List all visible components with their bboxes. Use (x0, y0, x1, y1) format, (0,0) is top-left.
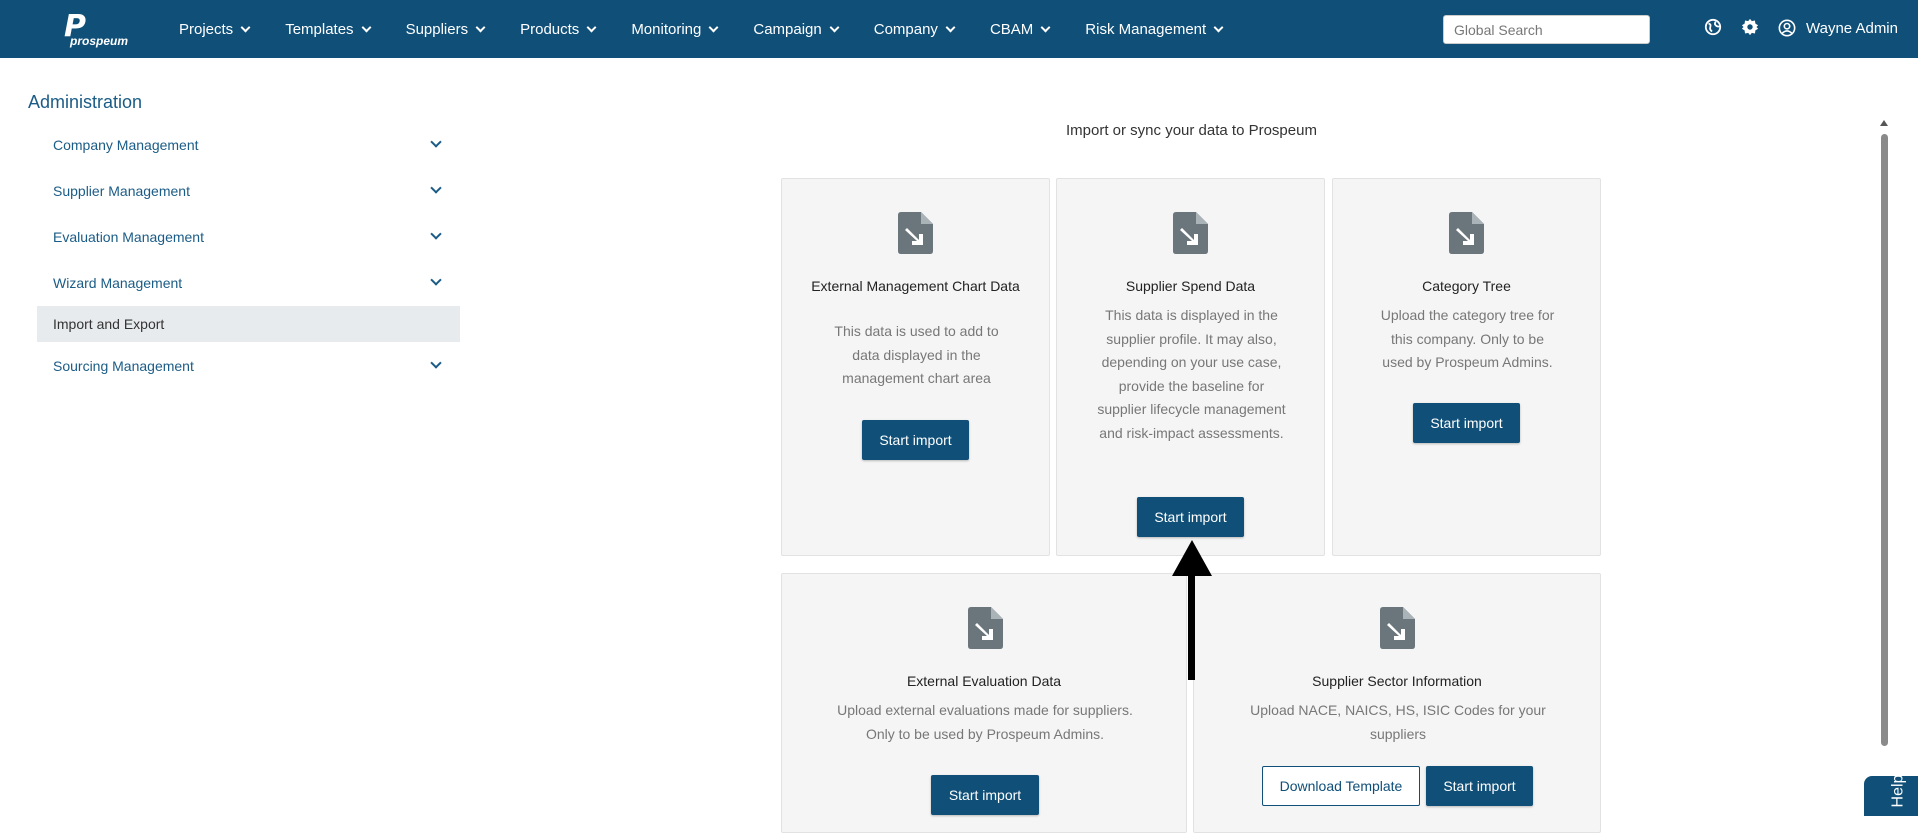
start-import-button[interactable]: Start import (1426, 766, 1533, 806)
globe-icon[interactable] (1704, 18, 1722, 36)
scrollbar-thumb[interactable] (1881, 134, 1888, 746)
nav-templates[interactable]: Templates (285, 20, 372, 38)
annotation-arrow (1172, 540, 1212, 680)
card-title: Supplier Spend Data (1125, 278, 1256, 294)
chevron-down-icon (475, 22, 486, 32)
file-import-icon (968, 607, 1003, 649)
help-tab[interactable]: Help (1864, 776, 1918, 816)
nav-label: Company (873, 20, 938, 38)
chevron-down-icon (430, 357, 442, 369)
top-navbar: P prospeum Projects Templates Suppliers … (0, 0, 1918, 58)
nav-label: Monitoring (631, 20, 702, 38)
page-title: Import or sync your data to Prospeum (1066, 122, 1317, 139)
nav-label: Risk Management (1085, 20, 1207, 38)
nav-campaign[interactable]: Campaign (753, 20, 840, 38)
chevron-down-icon (1213, 22, 1224, 32)
nav-label: Templates (285, 20, 354, 38)
nav-projects[interactable]: Projects (179, 20, 251, 38)
chevron-down-icon (430, 136, 442, 148)
import-card-supplier-sector: Supplier Sector Information Upload NACE,… (1193, 573, 1601, 833)
start-import-button[interactable]: Start import (862, 420, 969, 460)
sidebar-item-label: Company Management (53, 137, 199, 153)
nav-cbam[interactable]: CBAM (989, 20, 1051, 38)
chevron-down-icon (829, 22, 840, 32)
card-title: Supplier Sector Information (1312, 673, 1482, 689)
nav-products[interactable]: Products (520, 20, 597, 38)
chevron-down-icon (430, 228, 442, 240)
scroll-up-arrow[interactable] (1880, 120, 1888, 126)
sidebar-item-label: Wizard Management (53, 275, 183, 291)
sidebar-item-supplier-management[interactable]: Supplier Management (37, 173, 460, 209)
logo-word: prospeum (70, 34, 129, 48)
sidebar-title: Administration (28, 92, 143, 112)
nav-label: Projects (179, 20, 234, 38)
chevron-down-icon (945, 22, 956, 32)
start-import-button[interactable]: Start import (1137, 497, 1244, 537)
file-import-icon (1173, 212, 1208, 254)
chevron-down-icon (586, 22, 597, 32)
nav-label: Campaign (753, 20, 822, 38)
chevron-down-icon (240, 22, 251, 32)
import-card-category-tree: Category Tree Upload the category tree f… (1332, 178, 1601, 556)
sidebar-item-evaluation-management[interactable]: Evaluation Management (37, 219, 460, 255)
gear-icon[interactable] (1741, 18, 1759, 36)
chevron-down-icon (361, 22, 372, 32)
nav-risk-management[interactable]: Risk Management (1085, 20, 1224, 38)
card-title: External Evaluation Data (906, 673, 1062, 689)
nav-suppliers[interactable]: Suppliers (405, 20, 486, 38)
card-description: Upload NACE, NAICS, HS, ISIC Codes for y… (1250, 702, 1546, 742)
start-import-button[interactable]: Start import (1413, 403, 1520, 443)
nav-monitoring[interactable]: Monitoring (631, 20, 719, 38)
nav-label: CBAM (989, 20, 1034, 38)
sidebar-item-label: Sourcing Management (53, 358, 194, 374)
file-import-icon (1449, 212, 1484, 254)
card-title: Category Tree (1422, 278, 1511, 294)
chevron-down-icon (708, 22, 719, 32)
sidebar-item-sourcing-management[interactable]: Sourcing Management (37, 348, 460, 384)
sidebar-item-label: Supplier Management (53, 183, 190, 199)
card-description: This data is used to add to data display… (834, 323, 999, 386)
card-description: Upload the category tree for this compan… (1380, 307, 1555, 370)
import-card-external-evaluation: External Evaluation Data Upload external… (781, 573, 1187, 833)
card-description: This data is displayed in the supplier p… (1097, 307, 1286, 441)
nav-label: Suppliers (405, 20, 469, 38)
chevron-down-icon (430, 182, 442, 194)
global-search-input[interactable] (1443, 15, 1650, 44)
help-label: Help (1889, 776, 1907, 808)
nav-company[interactable]: Company (873, 20, 956, 38)
user-menu[interactable]: Wayne Admin (1778, 19, 1898, 37)
file-import-icon (1380, 607, 1415, 649)
prospeum-logo[interactable]: P prospeum (60, 12, 130, 49)
sidebar-item-label: Evaluation Management (53, 229, 204, 245)
download-template-button[interactable]: Download Template (1262, 766, 1420, 806)
card-description: Upload external evaluations made for sup… (837, 702, 1133, 742)
import-card-supplier-spend: Supplier Spend Data This data is display… (1056, 178, 1325, 556)
user-name: Wayne Admin (1806, 19, 1898, 37)
sidebar-item-import-and-export[interactable]: Import and Export (37, 306, 460, 342)
import-card-external-management-chart: External Management Chart Data This data… (781, 178, 1050, 556)
sidebar-item-company-management[interactable]: Company Management (37, 127, 460, 163)
sidebar-item-wizard-management[interactable]: Wizard Management (37, 265, 460, 301)
nav-label: Products (520, 20, 580, 38)
chevron-down-icon (1040, 22, 1051, 32)
card-title: External Management Chart Data (811, 278, 1020, 294)
sidebar-item-label: Import and Export (53, 316, 165, 332)
start-import-button[interactable]: Start import (931, 775, 1039, 815)
chevron-down-icon (430, 274, 442, 286)
file-import-icon (898, 212, 933, 254)
user-circle-icon (1778, 19, 1796, 37)
main-nav: Projects Templates Suppliers Products Mo… (179, 0, 1258, 58)
